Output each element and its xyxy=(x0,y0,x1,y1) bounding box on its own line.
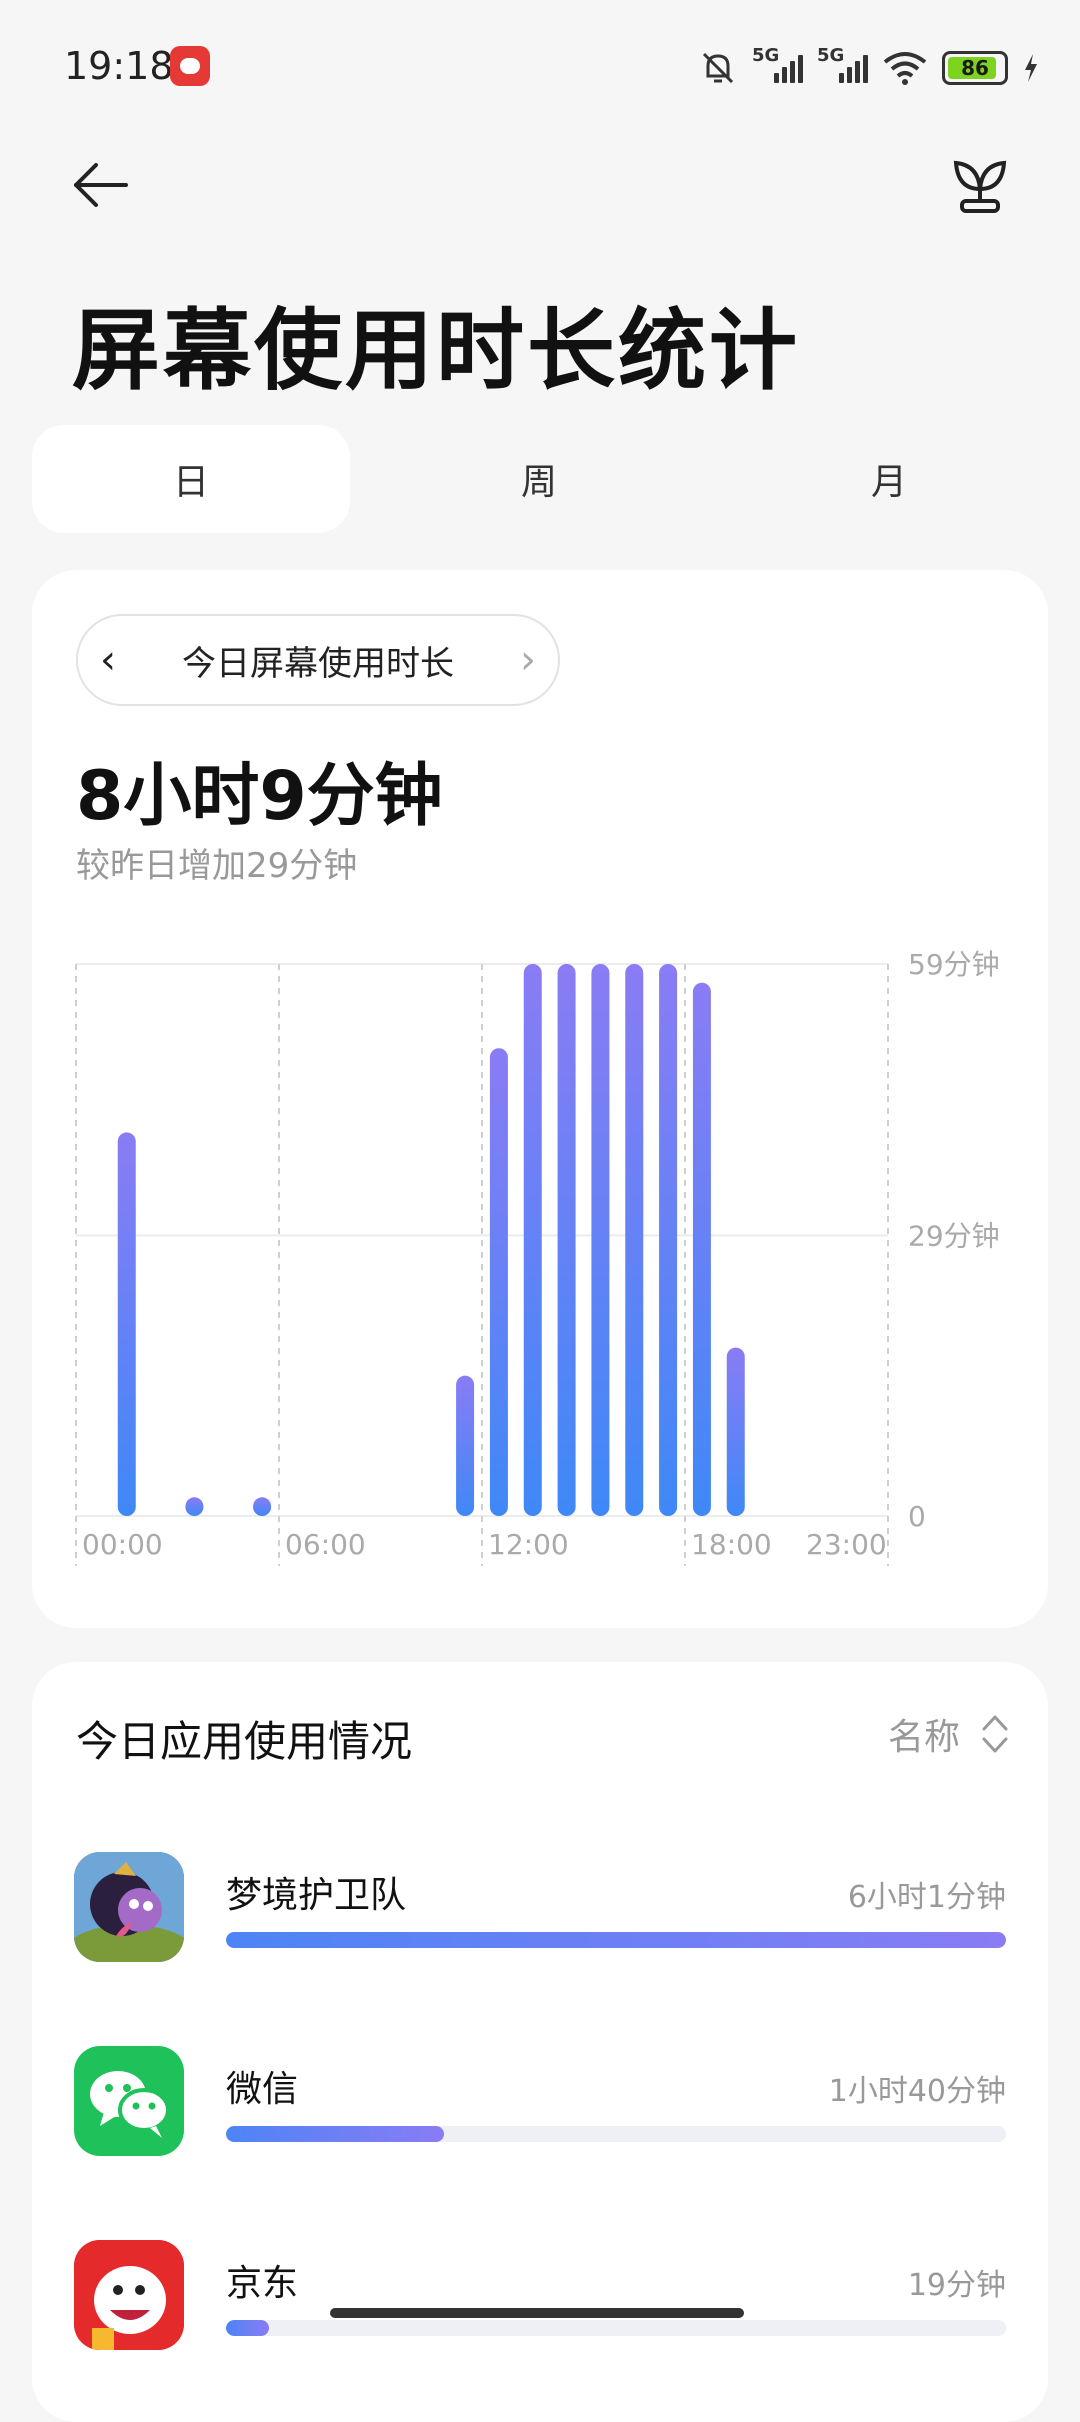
usage-progress-fill xyxy=(226,2320,269,2336)
signal-icon: 5G xyxy=(817,45,868,83)
app-name[interactable]: 微信 xyxy=(226,2060,298,2112)
app-usage-time: 6小时1分钟 xyxy=(847,1880,1006,1915)
bar-hour-11[interactable] xyxy=(456,1375,475,1516)
x-tick-label: 18:00 xyxy=(691,1528,772,1561)
bar-hour-19[interactable] xyxy=(726,1347,745,1516)
usage-progress-fill xyxy=(226,1932,1006,1948)
chevron-right-icon[interactable]: › xyxy=(498,637,558,683)
bar-hour-12[interactable] xyxy=(489,1048,508,1516)
bar-hour-13[interactable] xyxy=(523,964,542,1516)
sort-button[interactable]: 名称 xyxy=(888,1708,1010,1760)
status-icons: 5G 5G 86 xyxy=(698,45,1040,90)
y-tick-label: 29分钟 xyxy=(908,1219,1000,1252)
bar-hour-3[interactable] xyxy=(185,1497,204,1516)
x-tick-label: 23:00 xyxy=(806,1528,887,1561)
app-name[interactable]: 京东 xyxy=(226,2254,298,2306)
network-type-label: 5G xyxy=(817,45,845,66)
tab-month[interactable]: 月 xyxy=(730,425,1048,533)
usage-progress-bar xyxy=(226,2320,1006,2336)
sort-label: 名称 xyxy=(887,1717,960,1758)
period-label: 今日屏幕使用时长 xyxy=(182,643,454,684)
mute-icon xyxy=(702,52,734,84)
usage-progress-bar xyxy=(226,1932,1006,1948)
usage-progress-bar xyxy=(226,2126,1006,2142)
sprout-icon xyxy=(953,160,1007,213)
tab-label: 日 xyxy=(172,462,209,503)
dream-guard-app-icon[interactable] xyxy=(74,1852,184,1962)
page-title: 屏幕使用时长统计 xyxy=(72,299,801,402)
app-name[interactable]: 梦境护卫队 xyxy=(226,1866,406,1918)
battery-icon: 86 xyxy=(942,51,1008,85)
chevron-left-icon[interactable]: ‹ xyxy=(78,637,138,683)
app-usage-title: 今日应用使用情况 xyxy=(76,1717,413,1766)
network-type-label: 5G xyxy=(752,45,780,66)
status-time: 19:18 xyxy=(64,44,174,88)
back-button[interactable] xyxy=(70,155,130,215)
bar-hour-16[interactable] xyxy=(625,964,644,1516)
total-screen-time: 8小时9分钟 xyxy=(76,757,443,836)
x-tick-label: 00:00 xyxy=(82,1528,163,1561)
arrow-left-icon xyxy=(74,163,128,207)
wifi-icon xyxy=(883,52,927,85)
jd-app-icon[interactable] xyxy=(74,2240,184,2350)
bar-hour-5[interactable] xyxy=(253,1497,272,1516)
tab-day[interactable]: 日 xyxy=(32,425,350,533)
comparison-text: 较昨日增加29分钟 xyxy=(76,846,358,886)
wechat-app-icon[interactable] xyxy=(74,2046,184,2156)
bar-hour-17[interactable] xyxy=(659,964,678,1516)
bar-hour-1[interactable] xyxy=(117,1132,136,1516)
sort-chevrons-icon xyxy=(982,1715,1008,1753)
tab-label: 月 xyxy=(870,462,907,503)
charging-icon xyxy=(1025,54,1037,82)
y-tick-label: 59分钟 xyxy=(908,948,1000,981)
bar-hour-15[interactable] xyxy=(591,964,610,1516)
usage-progress-fill xyxy=(226,2126,445,2142)
y-tick-label: 0 xyxy=(908,1500,926,1533)
notification-app-icon xyxy=(170,46,210,86)
hourly-usage-chart: 59分钟 29分钟 0 00:00 06:00 12:00 18:00 23:00 xyxy=(75,948,1000,1566)
tab-label: 周 xyxy=(520,462,557,503)
bar-hour-18[interactable] xyxy=(692,982,711,1516)
bar-hour-14[interactable] xyxy=(557,964,576,1516)
x-tick-label: 12:00 xyxy=(488,1528,569,1561)
home-indicator[interactable] xyxy=(330,2308,744,2318)
battery-level: 86 xyxy=(961,56,989,80)
period-selector[interactable]: ‹ 今日屏幕使用时长 › xyxy=(76,614,560,706)
tab-week[interactable]: 周 xyxy=(380,425,698,533)
signal-icon: 5G xyxy=(752,45,803,83)
app-usage-time: 1小时40分钟 xyxy=(828,2074,1006,2109)
app-usage-time: 19分钟 xyxy=(907,2268,1006,2303)
x-tick-label: 06:00 xyxy=(285,1528,366,1561)
sprout-button[interactable] xyxy=(950,155,1010,215)
